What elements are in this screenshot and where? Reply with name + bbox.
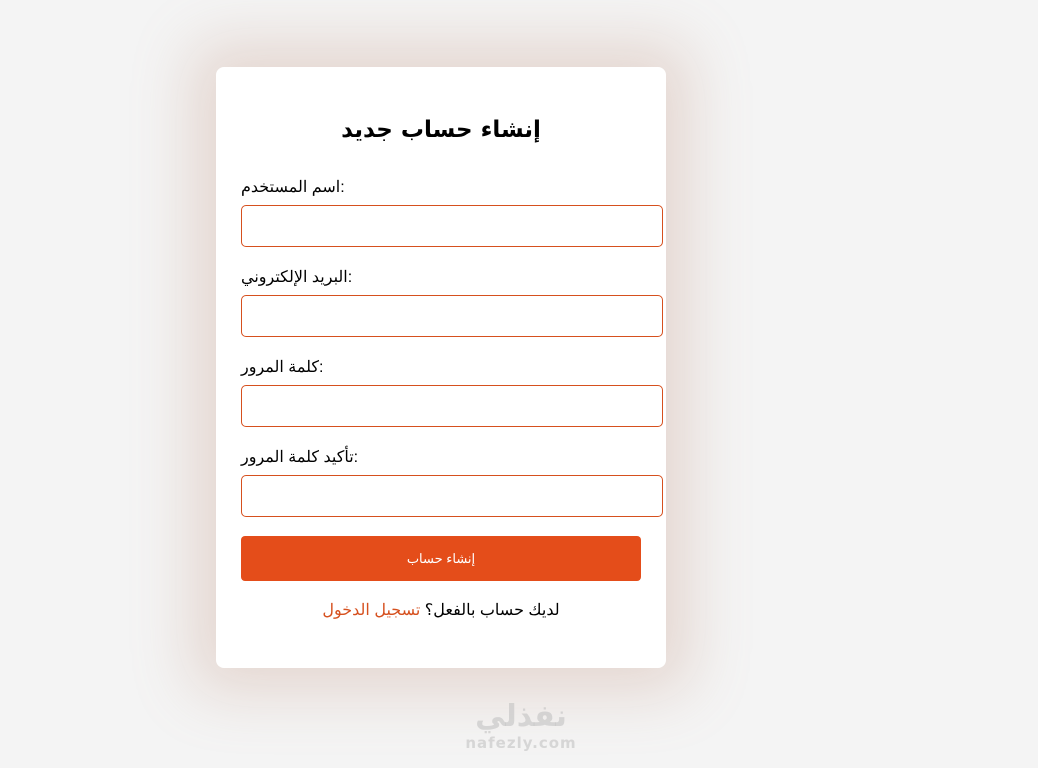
nafezly-watermark: نفذلي nafezly.com bbox=[456, 699, 586, 753]
login-link[interactable]: تسجيل الدخول bbox=[322, 602, 420, 619]
password-input[interactable] bbox=[241, 385, 663, 427]
login-prompt-line: لديك حساب بالفعل؟ تسجيل الدخول bbox=[216, 600, 666, 620]
signup-card: إنشاء حساب جديد اسم المستخدم: البريد الإ… bbox=[216, 67, 666, 668]
confirm-password-input[interactable] bbox=[241, 475, 663, 517]
confirm-password-label: تأكيد كلمة المرور: bbox=[241, 449, 359, 466]
login-prompt-text: لديك حساب بالفعل؟ bbox=[424, 602, 560, 619]
password-label: كلمة المرور: bbox=[241, 359, 324, 376]
watermark-logo: نفذلي bbox=[475, 699, 567, 734]
watermark-url: nafezly.com bbox=[465, 734, 577, 752]
username-input[interactable] bbox=[241, 205, 663, 247]
form-title: إنشاء حساب جديد bbox=[341, 117, 541, 143]
email-label: البريد الإلكتروني: bbox=[241, 269, 353, 286]
username-label: اسم المستخدم: bbox=[241, 179, 345, 196]
email-input[interactable] bbox=[241, 295, 663, 337]
create-account-button[interactable]: إنشاء حساب bbox=[241, 536, 641, 581]
page: إنشاء حساب جديد اسم المستخدم: البريد الإ… bbox=[0, 0, 1038, 768]
